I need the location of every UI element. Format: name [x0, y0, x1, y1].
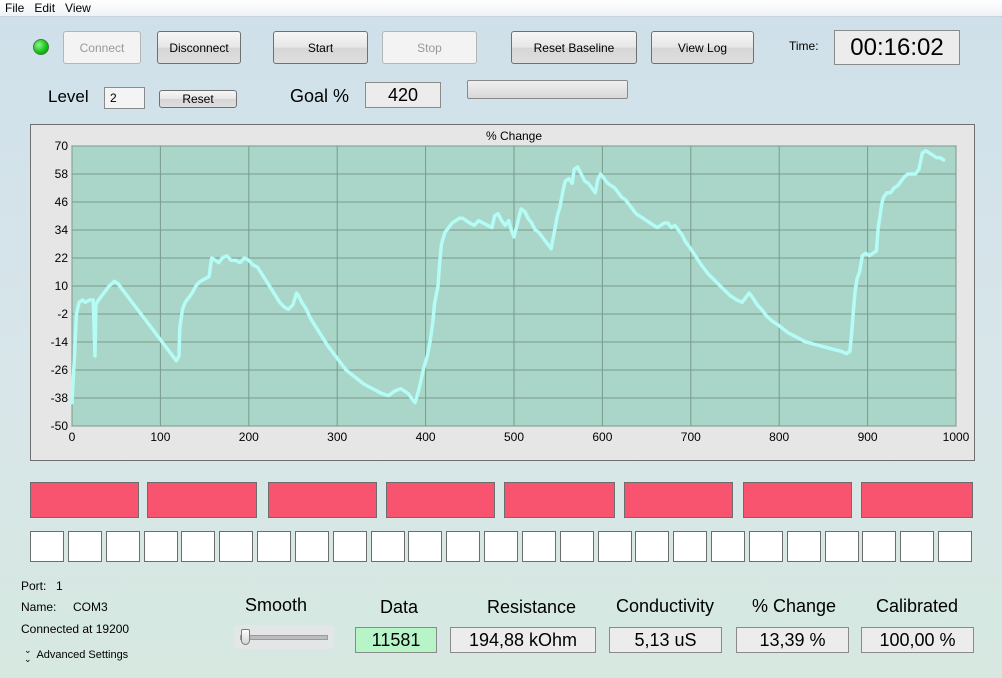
chart-x-tick-label: 700: [681, 430, 701, 444]
data-value: 11581: [355, 627, 437, 653]
time-label: Time:: [789, 39, 819, 53]
disconnect-button[interactable]: Disconnect: [157, 31, 241, 64]
percent-change-chart: % Change 0 100 200 300 400 500 600 700 800 900 1000…: [30, 124, 975, 461]
level-segment-white: [787, 531, 821, 562]
chart-title: % Change: [486, 129, 542, 143]
elapsed-time-display: 00:16:02: [834, 30, 960, 65]
connection-status-led-icon: [33, 39, 49, 55]
advanced-settings-toggle[interactable]: ⌄ ⌄ Advanced Settings: [24, 646, 128, 664]
percent-change-label: % Change: [752, 596, 837, 616]
menu-view[interactable]: View: [60, 0, 96, 16]
goal-value: 420: [365, 82, 441, 108]
level-label: Level: [48, 87, 89, 106]
goal-progress-bar: [467, 80, 628, 99]
view-log-button[interactable]: View Log: [651, 31, 754, 64]
level-segment-red: [30, 482, 139, 518]
chart-y-tick-label: 70: [55, 139, 69, 153]
double-chevron-down-icon: ⌄ ⌄: [24, 645, 32, 664]
level-segment-white: [635, 531, 669, 562]
menu-edit[interactable]: Edit: [29, 0, 60, 16]
connection-status-text: Connected at 19200: [21, 622, 130, 636]
port-name-value: COM3: [73, 600, 108, 614]
level-segment-white: [862, 531, 896, 562]
percent-change-chart-svg: % Change 0 100 200 300 400 500 600 700 800 900 1000…: [51, 129, 970, 444]
level-segment-white: [295, 531, 329, 562]
level-reset-button[interactable]: Reset: [159, 90, 237, 108]
port-label: Port:: [21, 579, 47, 593]
chart-x-tick-label: 300: [327, 430, 347, 444]
resistance-value: 194,88 kOhm: [450, 627, 596, 653]
chart-y-tick-label: 10: [55, 279, 69, 293]
level-segment-white: [938, 531, 972, 562]
level-segment-red: [624, 482, 733, 518]
level-segment-white: [560, 531, 594, 562]
level-segment-white: [749, 531, 783, 562]
menu-file[interactable]: File: [0, 0, 29, 16]
goal-label: Goal %: [290, 86, 350, 106]
port-value: 1: [56, 579, 63, 593]
calibrated-label: Calibrated: [876, 596, 959, 616]
chart-y-tick-label: -50: [51, 419, 69, 433]
level-segment-red: [743, 482, 852, 518]
connect-button[interactable]: Connect: [63, 31, 141, 64]
chart-y-tick-label: -26: [51, 363, 69, 377]
percent-change-value: 13,39 %: [736, 627, 849, 653]
chart-y-tick-label: 58: [55, 167, 69, 181]
port-name-label: Name:: [21, 600, 57, 614]
chart-x-tick-label: 600: [592, 430, 612, 444]
level-segment-white: [219, 531, 253, 562]
level-segment-red: [504, 482, 615, 518]
data-label: Data: [380, 597, 419, 617]
level-segment-red: [386, 482, 495, 518]
level-segment-white: [333, 531, 367, 562]
level-segment-white: [446, 531, 480, 562]
advanced-settings-label: Advanced Settings: [36, 648, 129, 661]
reset-baseline-button[interactable]: Reset Baseline: [511, 31, 637, 64]
conductivity-label: Conductivity: [616, 596, 715, 616]
level-segment-white: [30, 531, 64, 562]
smooth-slider-thumb[interactable]: [241, 629, 250, 645]
level-input[interactable]: 2: [104, 87, 145, 109]
level-segment-white: [371, 531, 405, 562]
level-segment-white: [673, 531, 707, 562]
chart-y-tick-label: -14: [51, 335, 69, 349]
level-segment-red: [268, 482, 377, 518]
stop-button[interactable]: Stop: [382, 31, 477, 64]
chart-y-tick-label: 22: [55, 251, 69, 265]
level-segment-white: [711, 531, 745, 562]
level-segment-white: [900, 531, 934, 562]
chart-x-tick-label: 800: [769, 430, 789, 444]
chart-y-tick-label: -2: [57, 307, 68, 321]
level-segment-white: [598, 531, 632, 562]
chart-x-tick-label: 400: [416, 430, 436, 444]
chart-x-tick-label: 500: [504, 430, 524, 444]
level-segment-white: [106, 531, 140, 562]
start-button[interactable]: Start: [273, 31, 368, 64]
chart-x-tick-label: 1000: [943, 430, 970, 444]
level-segment-white: [144, 531, 178, 562]
level-segment-white: [408, 531, 442, 562]
smooth-slider-track: [240, 635, 328, 640]
chart-y-tick-label: 46: [55, 195, 69, 209]
chart-x-tick-label: 900: [858, 430, 878, 444]
level-segment-red: [147, 482, 257, 518]
chart-y-tick-label: -38: [51, 391, 69, 405]
menu-bar: File Edit View: [0, 0, 1002, 17]
level-segment-white: [484, 531, 518, 562]
chart-x-tick-label: 0: [69, 430, 76, 444]
conductivity-value: 5,13 uS: [609, 627, 722, 653]
chart-x-tick-label: 100: [150, 430, 170, 444]
level-segment-red: [861, 482, 973, 518]
level-segment-white: [825, 531, 859, 562]
level-segment-white: [522, 531, 556, 562]
level-segment-white: [68, 531, 102, 562]
resistance-label: Resistance: [487, 597, 577, 617]
chart-y-tick-label: 34: [55, 223, 69, 237]
smooth-label: Smooth: [245, 595, 308, 615]
smooth-slider[interactable]: [234, 625, 334, 649]
calibrated-value: 100,00 %: [861, 627, 974, 653]
level-segment-white: [257, 531, 291, 562]
chart-x-tick-label: 200: [239, 430, 259, 444]
level-segment-white: [181, 531, 215, 562]
